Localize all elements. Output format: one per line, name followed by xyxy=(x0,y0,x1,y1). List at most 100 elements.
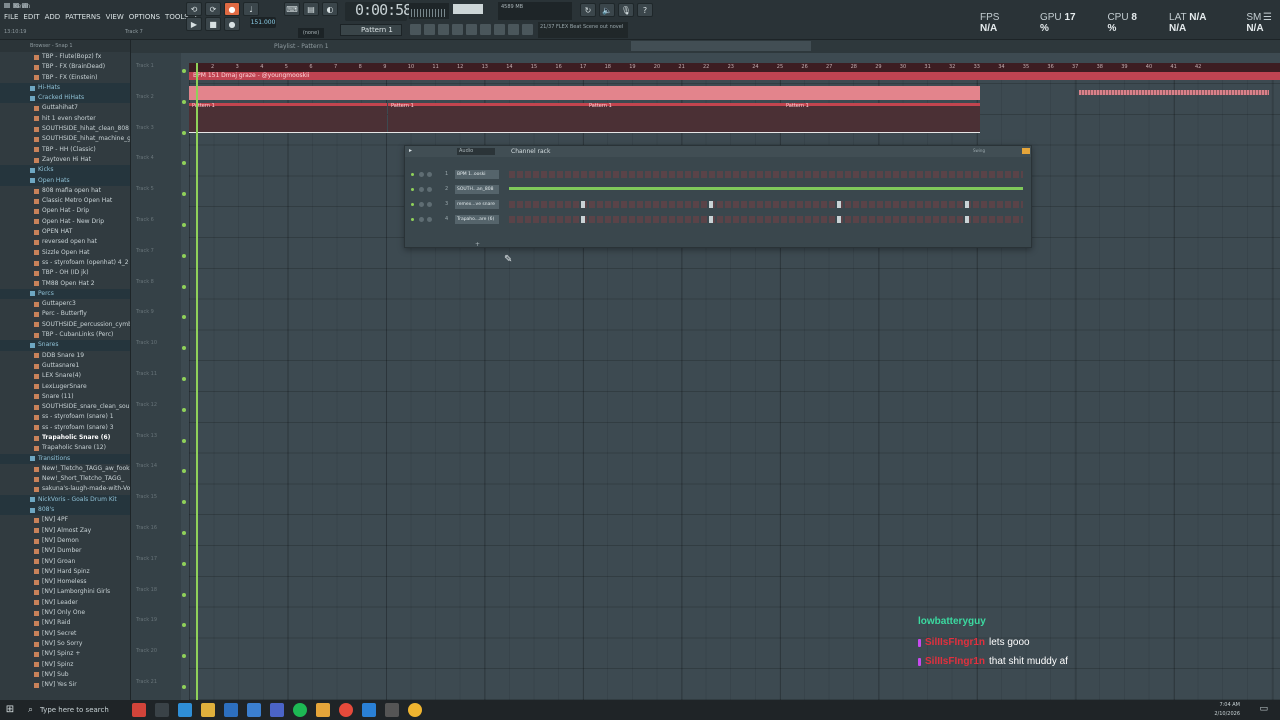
step-on[interactable] xyxy=(965,216,969,223)
speaker-icon[interactable]: 🔈 xyxy=(599,3,615,17)
audio-clip-header[interactable]: BPM 151 Dmaj graze - @youngmooskii xyxy=(189,72,1280,80)
browser-file[interactable]: New!_Tletcho_TAGG_aw_fookin_got_em xyxy=(0,464,130,474)
volume-knob[interactable] xyxy=(427,202,432,207)
browser-file[interactable]: SOUTHSIDE_snare_clean_soul xyxy=(0,402,130,412)
menu-patterns[interactable]: PATTERNS xyxy=(65,13,100,21)
snap-select[interactable]: (none) xyxy=(298,28,324,38)
chrome-icon[interactable] xyxy=(339,703,353,717)
timeline-ruler[interactable]: 2 3 4 5 6 7 8 9 10 11 12 13 14 15 16 17 18 19 20 21 22 23 24 25… xyxy=(189,63,1280,72)
plugin-icon[interactable] xyxy=(480,24,491,35)
track-label[interactable]: Track 9 xyxy=(136,309,154,315)
pattern-song-toggle[interactable]: ⟲ xyxy=(186,2,202,16)
browser-folder[interactable]: 808's xyxy=(0,505,130,516)
track-mute-led[interactable] xyxy=(182,407,186,412)
add-channel-button[interactable]: + xyxy=(475,241,480,248)
mixer-track-number[interactable]: 4 xyxy=(445,216,448,222)
track-mute-led[interactable] xyxy=(182,192,186,197)
record-dot-icon[interactable]: ● xyxy=(224,17,240,31)
track-mute-led[interactable] xyxy=(182,592,186,597)
track-mute-led[interactable] xyxy=(182,315,186,320)
track-label[interactable]: Track 12 xyxy=(136,402,157,408)
channel-row[interactable]: 2 SOUTH...an_808 xyxy=(405,184,1031,196)
channel-rack-icon[interactable] xyxy=(452,24,463,35)
channel-mute-led[interactable] xyxy=(411,173,414,176)
browser-file[interactable]: SOUTHSIDE_percussion_cymbrewy xyxy=(0,320,130,330)
browser-file[interactable]: TM88 Open Hat 2 xyxy=(0,279,130,289)
arrow-icon[interactable]: ▸ xyxy=(409,147,412,154)
browser-file[interactable]: TBP - FX (BrainDead) xyxy=(0,62,130,72)
browser-file[interactable]: TBP - FX (Einstein) xyxy=(0,73,130,83)
notification-icon[interactable]: ▭ xyxy=(1259,704,1268,714)
file-explorer-icon[interactable] xyxy=(201,703,215,717)
browser-file[interactable]: [NV] Almost Zay xyxy=(0,526,130,536)
browser-folder[interactable]: Cracked HiHats xyxy=(0,93,130,104)
track-mute-led[interactable] xyxy=(182,500,186,505)
step-on[interactable] xyxy=(837,201,841,208)
track-mute-led[interactable] xyxy=(182,130,186,135)
browser-file[interactable]: Sizzle Open Hat xyxy=(0,248,130,258)
browser-folder[interactable]: Kicks xyxy=(0,165,130,176)
volume-knob[interactable] xyxy=(427,187,432,192)
browser-file[interactable]: ss - styrofoam (openhat) 4_2 xyxy=(0,258,130,268)
browser-file[interactable]: Classic Metro Open Hat xyxy=(0,196,130,206)
browser-file[interactable]: [NV] So Sorry xyxy=(0,639,130,649)
track-label[interactable]: Track 10 xyxy=(136,340,157,346)
app-icon[interactable] xyxy=(247,703,261,717)
track-label[interactable]: Track 18 xyxy=(136,587,157,593)
browser-file[interactable]: sakuna's-laugh-made-with-Voicemod xyxy=(0,484,130,494)
help-icon[interactable]: ? xyxy=(637,3,653,17)
track-label[interactable]: Track 7 xyxy=(136,248,154,254)
browser-file[interactable]: [NV] Lamborghini Girls xyxy=(0,587,130,597)
menu-options[interactable]: OPTIONS xyxy=(129,13,160,21)
step-on[interactable] xyxy=(965,201,969,208)
browser-file[interactable]: [NV] Hard Spinz xyxy=(0,567,130,577)
channel-name-button[interactable]: SOUTH...an_808 xyxy=(455,185,499,194)
pattern-clip[interactable]: Pattern 1 xyxy=(783,103,980,132)
track-label[interactable]: Track 6 xyxy=(136,217,154,223)
mixer-track-number[interactable]: 3 xyxy=(445,201,448,207)
typing-keyboard-icon[interactable]: ⌨ xyxy=(284,2,300,16)
pattern-selector[interactable]: Pattern 1 xyxy=(340,24,402,36)
fl-studio-icon[interactable] xyxy=(408,703,422,717)
browser-file[interactable]: OPEN HAT xyxy=(0,227,130,237)
edge-icon[interactable] xyxy=(178,703,192,717)
browser-file[interactable]: Trapaholic Snare (12) xyxy=(0,443,130,453)
browser-file[interactable]: hit 1 even shorter xyxy=(0,114,130,124)
browser-file[interactable]: ss - styrofoam (snare) 3 xyxy=(0,423,130,433)
track-label[interactable]: Track 16 xyxy=(136,525,157,531)
tempo-icon[interactable] xyxy=(494,24,505,35)
vscode-icon[interactable] xyxy=(362,703,376,717)
audio-clip-waveform[interactable] xyxy=(1079,90,1269,95)
track-mute-led[interactable] xyxy=(182,99,186,104)
track-label[interactable]: Track 17 xyxy=(136,556,157,562)
track-mute-led[interactable] xyxy=(182,69,186,73)
track-label[interactable]: Track 8 xyxy=(136,279,154,285)
volume-knob[interactable] xyxy=(427,172,432,177)
pattern-clip[interactable]: Pattern 1 xyxy=(189,103,387,132)
browser-file[interactable]: TBP - Flute(Bopz) fx xyxy=(0,52,130,62)
track-mute-led[interactable] xyxy=(182,223,186,227)
track-label[interactable]: Track 13 xyxy=(136,433,157,439)
blend-icon[interactable]: ◐ xyxy=(322,2,338,16)
windows-start-icon[interactable]: ⊞ xyxy=(0,700,20,720)
step-sequencer[interactable] xyxy=(509,216,1023,223)
browser-file[interactable]: LexLugerSnare xyxy=(0,382,130,392)
browser-file[interactable]: [NV] Only One xyxy=(0,608,130,618)
track-label[interactable]: Track 4 xyxy=(136,155,154,161)
browser-file[interactable]: 808 mafia open hat xyxy=(0,186,130,196)
menu-edit[interactable]: EDIT xyxy=(23,13,39,21)
record-button[interactable]: ● xyxy=(224,2,240,16)
browser-file[interactable]: Open Hat - Drip xyxy=(0,206,130,216)
track-mute-led[interactable] xyxy=(182,469,186,474)
channel-row[interactable]: 3 remex...ve snare xyxy=(405,199,1031,211)
browser-icon[interactable] xyxy=(438,24,449,35)
channel-row[interactable]: 4 Trapaho...are (6) xyxy=(405,214,1031,226)
channel-name-button[interactable]: remex...ve snare xyxy=(455,200,499,209)
mail-icon[interactable] xyxy=(224,703,238,717)
pan-knob[interactable] xyxy=(419,172,424,177)
step-sequencer[interactable] xyxy=(509,201,1023,208)
browser-file[interactable]: Open Hat - New Drip xyxy=(0,217,130,227)
browser-file[interactable]: New!_Short_Tletcho_TAGG_ xyxy=(0,474,130,484)
browser-file[interactable]: SOUTHSIDE_hihat_clean_808 xyxy=(0,124,130,134)
audio-clip[interactable] xyxy=(189,86,980,100)
